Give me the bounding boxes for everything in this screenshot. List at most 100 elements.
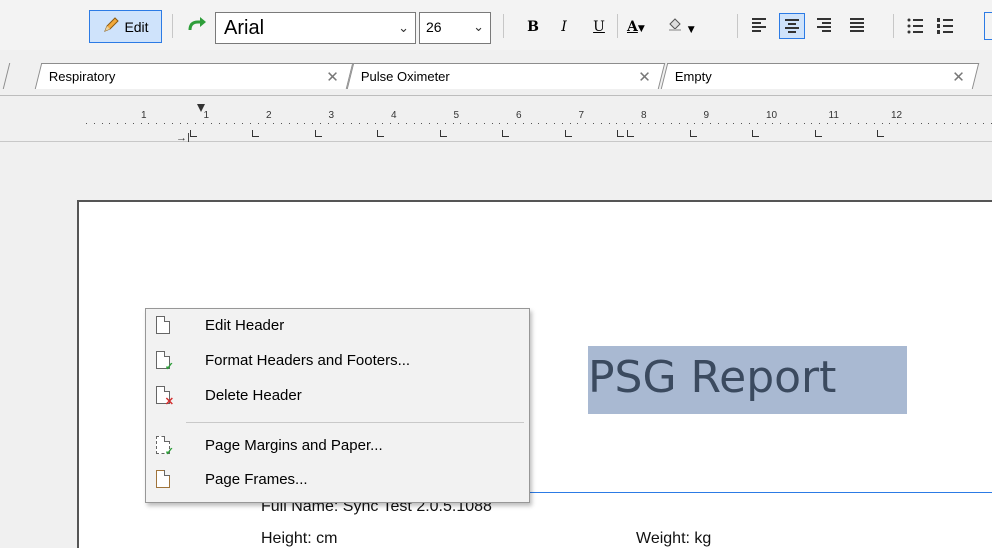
ruler-tick [772, 123, 774, 124]
context-menu: Edit Header ✓ Format Headers and Footers… [145, 308, 530, 503]
menu-item-label: Edit Header [205, 317, 285, 334]
tab-pulse-oximeter[interactable]: Pulse Oximeter ✕ [346, 63, 666, 89]
tab-stop-marker[interactable] [617, 130, 624, 137]
ruler-tick [101, 123, 103, 124]
toolbar-divider [503, 14, 504, 38]
toolbar-overflow-button[interactable] [984, 12, 992, 40]
ruler-tick [507, 123, 509, 124]
dropdown-arrow-icon: ▼ [687, 25, 695, 35]
ruler-number: 2 [266, 110, 272, 121]
toolbar-divider [737, 14, 738, 38]
height-field[interactable]: Height: cm [261, 530, 337, 548]
align-left-button[interactable] [747, 13, 773, 39]
ruler-tick [499, 123, 501, 124]
ruler-number: 11 [828, 110, 839, 121]
report-title[interactable]: PSG Report [588, 352, 836, 403]
menu-item-label: Page Frames... [205, 471, 308, 488]
ruler-tick [569, 123, 571, 124]
font-color-button[interactable]: A▼ [627, 16, 661, 38]
tab-stop-marker[interactable] [565, 130, 572, 137]
menu-item-delete-header[interactable]: ✕ Delete Header [148, 382, 527, 410]
ruler-tick [983, 123, 984, 124]
font-family-select[interactable]: Arial ⌄ [215, 12, 416, 44]
ruler-tick [468, 123, 470, 124]
edit-button[interactable]: Edit [89, 10, 162, 43]
ruler-number: 7 [578, 110, 585, 121]
menu-item-edit-header[interactable]: Edit Header [148, 312, 527, 340]
tab-stop-marker[interactable] [690, 130, 697, 137]
ruler-tick [171, 123, 173, 124]
ruler-tick [538, 123, 540, 124]
ruler-tick [249, 123, 251, 124]
font-size-select[interactable]: 26 ⌄ [419, 12, 491, 44]
ruler-tick [827, 123, 828, 124]
ruler-tick [359, 123, 360, 124]
ruler-tick [834, 123, 836, 124]
ruler-number: 10 [766, 110, 778, 121]
ruler-tick [967, 123, 969, 124]
ruler-tick [733, 123, 735, 124]
ruler-tick [125, 123, 126, 124]
tab-stop-marker[interactable] [440, 130, 447, 137]
redo-button[interactable] [183, 14, 211, 40]
menu-item-page-margins[interactable]: ✓ Page Margins and Paper... [148, 432, 527, 460]
ruler-tick [195, 123, 197, 124]
ruler-tick [530, 123, 532, 124]
justify-button[interactable] [845, 13, 871, 39]
align-left-icon [752, 18, 766, 34]
align-center-button[interactable] [779, 13, 805, 39]
close-icon[interactable]: ✕ [638, 68, 651, 86]
highlight-color-button[interactable]: ▼ [664, 16, 698, 38]
ruler-tick [429, 123, 431, 124]
ruler-tick [234, 123, 236, 124]
tab-stop-marker[interactable] [377, 130, 384, 137]
align-right-button[interactable] [812, 13, 838, 39]
ruler-tick [710, 123, 711, 124]
tab-stop-marker[interactable] [252, 130, 259, 137]
tab-stop-marker[interactable] [815, 130, 822, 137]
delete-document-icon: ✕ [156, 386, 174, 408]
close-icon[interactable]: ✕ [326, 68, 339, 86]
tab-respiratory[interactable]: Respiratory ✕ [34, 63, 354, 89]
italic-button[interactable]: I [553, 16, 575, 38]
menu-item-format-headers-footers[interactable]: ✓ Format Headers and Footers... [148, 347, 527, 375]
dropdown-arrow-icon: ▼ [637, 24, 645, 34]
ruler-tick [515, 123, 516, 124]
tab-stop-marker[interactable] [315, 130, 322, 137]
ruler-tick [273, 123, 275, 124]
tab-empty[interactable]: Empty ✕ [660, 63, 980, 89]
underline-button[interactable]: U [588, 16, 610, 38]
ruler[interactable]: 1 1 2 3 4 5 6 7 8 9 10 11 12 →| [0, 96, 992, 144]
numbered-list-button[interactable] [933, 13, 959, 39]
ruler-tick [694, 123, 696, 124]
bullet-list-button[interactable] [903, 13, 929, 39]
tab-stop-marker[interactable] [877, 130, 884, 137]
ruler-tick [585, 123, 587, 124]
tab-stop-marker[interactable] [752, 130, 759, 137]
ruler-tick [624, 123, 626, 124]
ruler-tick [460, 123, 462, 124]
ruler-tick [398, 123, 399, 124]
tab-stop-marker[interactable] [502, 130, 509, 137]
tab-stop-marker[interactable] [190, 130, 197, 137]
ruler-tick [491, 123, 493, 124]
ruler-tick [437, 123, 438, 124]
ruler-tick [413, 123, 415, 124]
weight-field[interactable]: Weight: kg [636, 530, 711, 548]
ruler-tick [296, 123, 298, 124]
left-indent-marker-icon[interactable] [197, 104, 205, 112]
tab-stop-marker[interactable] [627, 130, 634, 137]
ruler-tick [780, 123, 782, 124]
menu-separator [186, 422, 524, 423]
ruler-tick [678, 123, 680, 124]
tab-label: Empty [674, 69, 712, 84]
ruler-tick [632, 123, 633, 124]
ruler-tick [647, 123, 649, 124]
menu-item-page-frames[interactable]: Page Frames... [148, 466, 527, 494]
align-right-icon [817, 18, 831, 34]
ruler-tick [546, 123, 548, 124]
close-icon[interactable]: ✕ [952, 68, 965, 86]
align-center-icon [785, 19, 799, 35]
ruler-tick [593, 123, 594, 124]
bold-button[interactable]: B [522, 16, 544, 38]
